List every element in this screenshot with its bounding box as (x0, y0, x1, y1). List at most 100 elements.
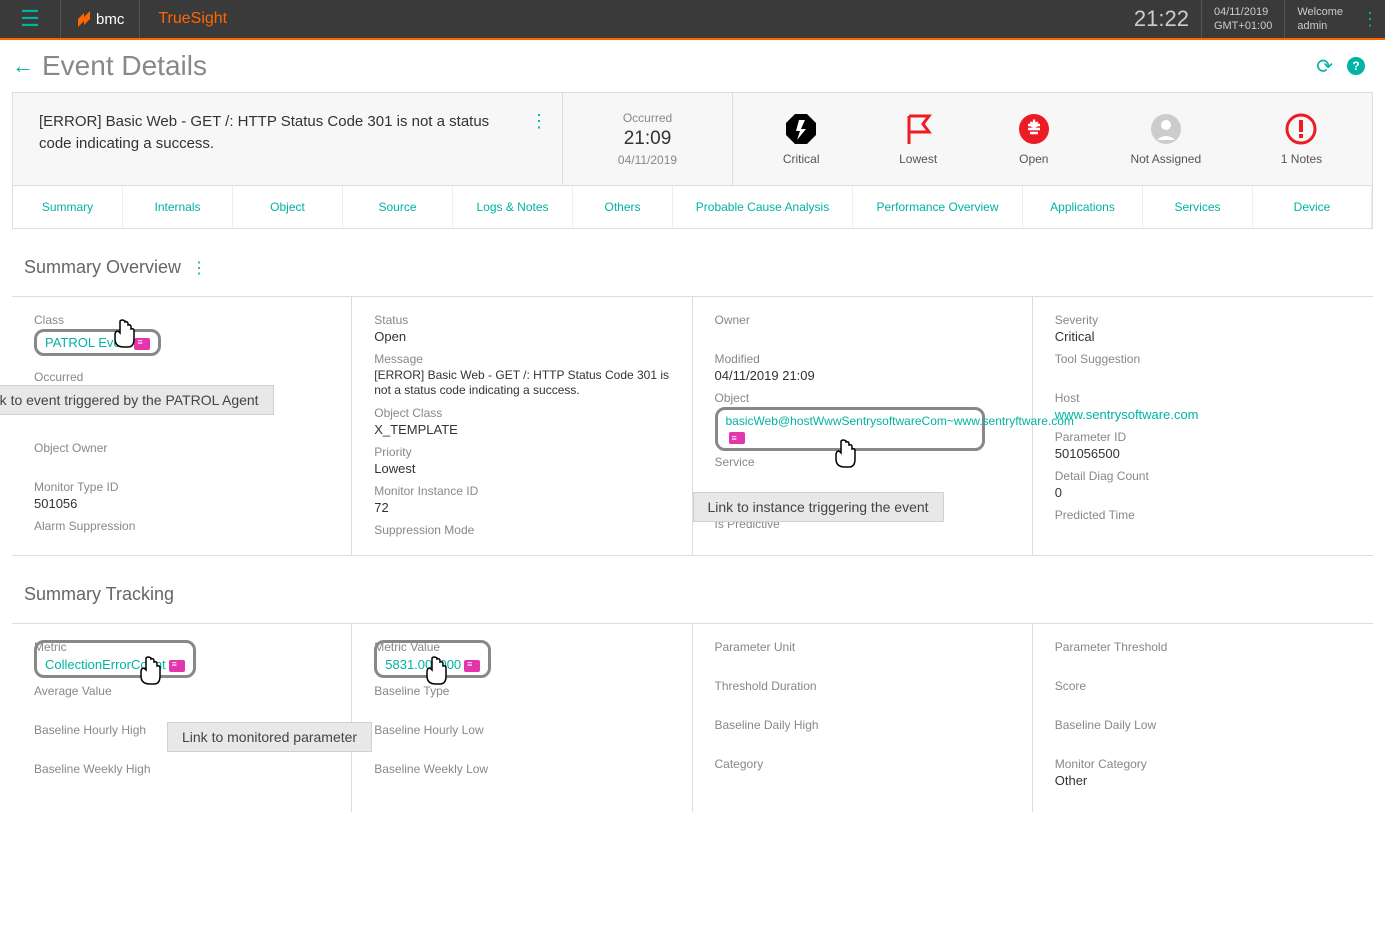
monitor-instance-id-label: Monitor Instance ID (374, 484, 669, 498)
monitor-instance-id-value: 72 (374, 500, 669, 515)
baseline-daily-low-label: Baseline Daily Low (1055, 718, 1351, 732)
modified-label: Modified (715, 352, 1010, 366)
tab-others[interactable]: Others (573, 186, 673, 228)
overview-col-4: Severity Critical Tool Suggestion Host w… (1033, 297, 1373, 555)
suppression-mode-label: Suppression Mode (374, 523, 669, 537)
service-label: Service (715, 455, 1010, 469)
tab-applications[interactable]: Applications (1023, 186, 1143, 228)
annotation-patrol: Link to event triggered by the PATROL Ag… (0, 385, 274, 415)
status-badge-label: Open (1019, 152, 1048, 166)
occurred-time: 21:09 (581, 128, 714, 150)
tab-logs-notes[interactable]: Logs & Notes (453, 186, 573, 228)
monitor-category-value: Other (1055, 773, 1351, 788)
tab-source[interactable]: Source (343, 186, 453, 228)
cursor-icon (112, 319, 138, 355)
host-label: Host (1055, 391, 1351, 405)
overview-col-1: Class PATROL Event Occurred 04/11/2019 2… (12, 297, 352, 555)
object-class-value: X_TEMPLATE (374, 422, 669, 437)
cursor-icon (424, 656, 450, 692)
tab-probable-cause[interactable]: Probable Cause Analysis (673, 186, 853, 228)
average-value-label: Average Value (34, 684, 329, 698)
metric-value-highlight: CollectionErrorCount (34, 640, 196, 678)
object-link[interactable]: basicWeb@hostWwwSentrysoftwareCom~www.se… (726, 414, 1074, 444)
open-icon: * (1017, 112, 1051, 146)
tab-services[interactable]: Services (1143, 186, 1253, 228)
overview-col-2: Status Open Message [ERROR] Basic Web - … (352, 297, 692, 555)
baseline-daily-high-label: Baseline Daily High (715, 718, 1010, 732)
link-badge-icon (169, 660, 185, 672)
header-user-block[interactable]: Welcome admin (1285, 0, 1355, 38)
occurred-panel: Occurred 21:09 04/11/2019 (563, 93, 733, 185)
header-tz: GMT+01:00 (1214, 19, 1272, 33)
tab-performance[interactable]: Performance Overview (853, 186, 1023, 228)
product-name: TrueSight (139, 0, 245, 38)
page-title: Event Details (42, 50, 1316, 82)
monitor-type-id-label: Monitor Type ID (34, 480, 329, 494)
event-message-more-icon[interactable]: ⋮ (530, 111, 548, 132)
bmc-logo-icon (76, 11, 92, 27)
link-badge-icon (729, 432, 745, 444)
hamburger-menu-icon[interactable]: ☰ (0, 6, 60, 32)
object-owner-label: Object Owner (34, 441, 329, 455)
threshold-duration-label: Threshold Duration (715, 679, 1010, 693)
critical-icon (784, 112, 818, 146)
monitor-type-id-value: 501056 (34, 496, 329, 511)
summary-tracking-title: Summary Tracking (24, 584, 1385, 605)
event-message: [ERROR] Basic Web - GET /: HTTP Status C… (39, 111, 552, 155)
baseline-hourly-low-label: Baseline Hourly Low (374, 723, 669, 737)
header-date-block: 04/11/2019 GMT+01:00 (1202, 0, 1285, 38)
assignee-badge-label: Not Assigned (1130, 152, 1201, 166)
header-time: 21:22 (1122, 0, 1202, 38)
tracking-col-1: Metric CollectionErrorCount Average Valu… (12, 624, 352, 812)
tracking-col-2: Metric Value 5831.000000 Baseline Type B… (352, 624, 692, 812)
parameter-unit-label: Parameter Unit (715, 640, 1010, 654)
welcome-label: Welcome (1297, 5, 1343, 19)
baseline-type-label: Baseline Type (374, 684, 669, 698)
parameter-threshold-label: Parameter Threshold (1055, 640, 1351, 654)
cursor-icon (138, 656, 164, 692)
category-label: Category (715, 757, 1010, 771)
tab-device[interactable]: Device (1253, 186, 1372, 228)
svg-text:*: * (1030, 115, 1039, 140)
event-summary-card: [ERROR] Basic Web - GET /: HTTP Status C… (12, 92, 1373, 186)
baseline-weekly-high-label: Baseline Weekly High (34, 762, 329, 776)
cursor-icon (833, 439, 859, 475)
class-value-highlight: PATROL Event (34, 329, 161, 356)
username: admin (1297, 19, 1343, 33)
notes-badge: 1 Notes (1281, 112, 1322, 166)
parameter-id-label: Parameter ID (1055, 430, 1351, 444)
predicted-time-label: Predicted Time (1055, 508, 1351, 522)
overview-more-icon[interactable]: ⋮ (191, 258, 207, 278)
link-badge-icon (464, 660, 480, 672)
tracking-col-3: Parameter Unit Threshold Duration Baseli… (693, 624, 1033, 812)
tab-internals[interactable]: Internals (123, 186, 233, 228)
badges-panel: Critical Lowest * Open Not Assigned 1 No… (733, 93, 1372, 185)
monitor-category-label: Monitor Category (1055, 757, 1351, 771)
detail-tabs: Summary Internals Object Source Logs & N… (12, 186, 1373, 229)
overview-col-3: Owner Modified 04/11/2019 21:09 Object b… (693, 297, 1033, 555)
baseline-weekly-low-label: Baseline Weekly Low (374, 762, 669, 776)
tab-object[interactable]: Object (233, 186, 343, 228)
priority-label: Priority (374, 445, 669, 459)
object-label: Object (715, 391, 1010, 405)
back-arrow-icon[interactable]: ← (12, 53, 34, 79)
status-badge: * Open (1017, 112, 1051, 166)
header-more-icon[interactable]: ⋮ (1355, 9, 1385, 30)
host-link[interactable]: www.sentrysoftware.com (1055, 407, 1199, 422)
assignee-badge: Not Assigned (1130, 112, 1201, 166)
status-label: Status (374, 313, 669, 327)
help-icon[interactable]: ? (1347, 57, 1365, 75)
message-label: Message (374, 352, 669, 366)
tracking-col-4: Parameter Threshold Score Baseline Daily… (1033, 624, 1373, 812)
owner-label: Owner (715, 313, 1010, 327)
summary-overview-title: Summary Overview ⋮ (24, 257, 1385, 278)
refresh-icon[interactable]: ⟳ (1316, 54, 1333, 79)
severity-value: Critical (1055, 329, 1351, 344)
tab-summary[interactable]: Summary (13, 186, 123, 228)
page-header: ← Event Details ⟳ ? (0, 40, 1385, 92)
message-value: [ERROR] Basic Web - GET /: HTTP Status C… (374, 368, 669, 398)
occurred-label: Occurred (34, 370, 329, 384)
occurred-date: 04/11/2019 (581, 153, 714, 167)
notes-icon (1284, 112, 1318, 146)
priority-value: Lowest (374, 461, 669, 476)
